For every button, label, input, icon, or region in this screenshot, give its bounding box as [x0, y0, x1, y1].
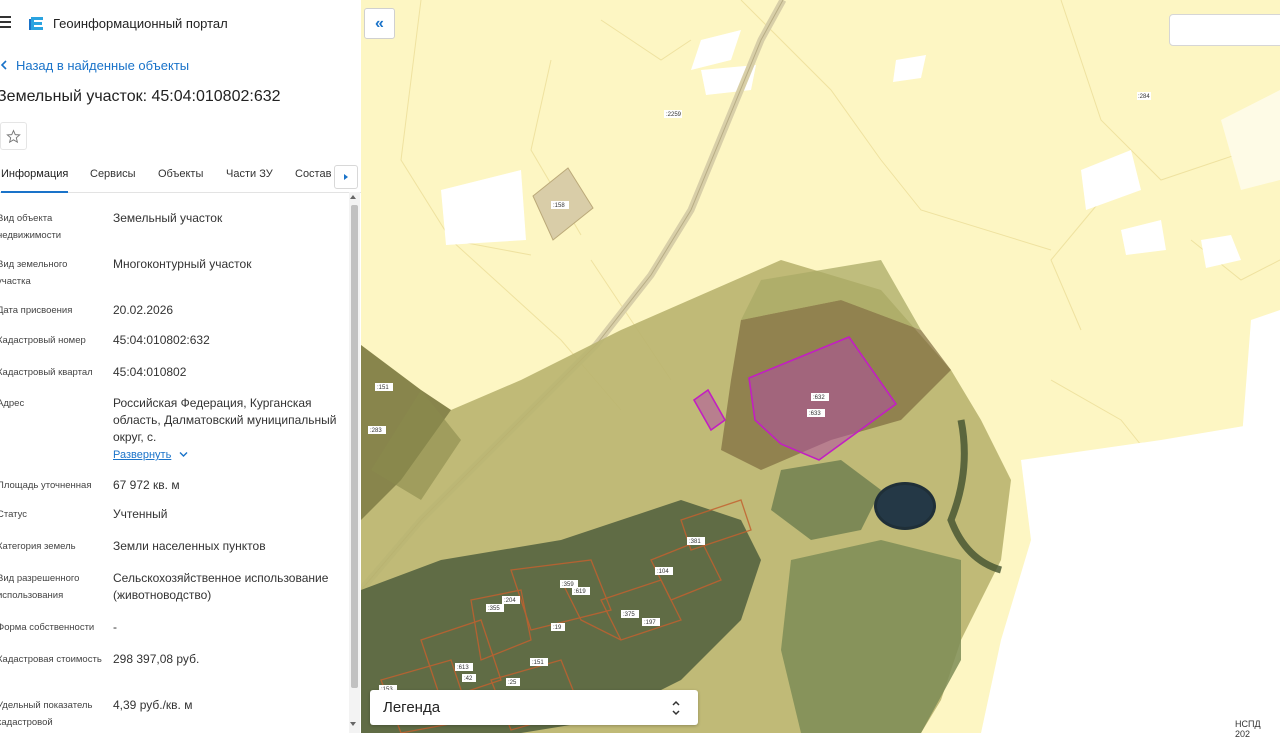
property-value: 298 397,08 руб.: [113, 652, 200, 666]
expand-link[interactable]: Развернуть: [113, 446, 338, 464]
panel-header: Геоинформационный портал: [0, 0, 361, 46]
map-view[interactable]: :2259 :284 :158 :151 :283 :632 :633 :381…: [361, 0, 1280, 733]
property-value: Сельскохозяйственное использование (живо…: [113, 571, 329, 602]
parcel-label: :25: [508, 680, 517, 686]
property-value: Многоконтурный участок: [113, 257, 252, 271]
tab-services[interactable]: Сервисы: [90, 168, 136, 180]
property-label: Адрес: [0, 398, 25, 409]
parcel-label: :283: [370, 428, 382, 434]
parcel-label: :619: [574, 589, 586, 595]
tab-parcel-parts[interactable]: Части ЗУ: [226, 168, 273, 180]
star-icon: [6, 128, 21, 143]
hamburger-menu-icon[interactable]: [0, 16, 11, 28]
property-label: Кадастровый номер: [0, 335, 86, 346]
parcel-label: :632: [813, 395, 825, 401]
parcel-label: :158: [553, 203, 565, 209]
properties-list: Вид объекта недвижимости Земельный участ…: [0, 192, 348, 733]
parcel-label: :151: [532, 660, 544, 666]
panel-scrollbar-thumb[interactable]: [351, 205, 358, 688]
tabs-scroll-right-button[interactable]: [334, 165, 358, 189]
property-label: Кадастровый квартал: [0, 367, 93, 378]
property-value: 4,39 руб./кв. м: [113, 698, 193, 712]
property-value: Учтенный: [113, 507, 168, 521]
property-label: Площадь уточненная: [0, 480, 92, 491]
object-info-panel: Геоинформационный портал Назад в найденн…: [0, 0, 361, 733]
legend-selector[interactable]: Легенда: [370, 690, 698, 725]
updown-chevron-icon: [672, 700, 680, 716]
tab-info[interactable]: Информация: [1, 168, 69, 193]
property-label: Вид объекта недвижимости: [0, 213, 62, 241]
parcel-label: :355: [488, 606, 500, 612]
parcel-label: :633: [809, 411, 821, 417]
page-title: Земельный участок: 45:04:010802:632: [0, 88, 281, 105]
parcel-label: :19: [553, 625, 562, 631]
double-chevron-left-icon: «: [375, 14, 384, 32]
tab-bar: Информация Сервисы Объекты Части ЗУ Сост…: [0, 158, 361, 193]
parcel-label: :104: [657, 569, 669, 575]
tab-objects[interactable]: Объекты: [158, 168, 203, 180]
parcel-label: :381: [689, 539, 701, 545]
property-value: 45:04:010802:632: [113, 333, 210, 347]
property-label: Форма собственности: [0, 622, 95, 633]
property-label: Вид разрешенного использования: [0, 573, 80, 601]
parcel-label: :613: [457, 665, 469, 671]
map-search-input[interactable]: [1169, 14, 1280, 46]
property-label: Статус: [0, 509, 28, 520]
address-text: Российская Федерация, Курганская область…: [113, 396, 337, 444]
property-value: Российская Федерация, Курганская область…: [113, 395, 338, 464]
portal-title[interactable]: Геоинформационный портал: [53, 16, 228, 31]
map-canvas[interactable]: :2259 :284 :158 :151 :283 :632 :633 :381…: [361, 0, 1280, 733]
collapse-panel-button[interactable]: «: [364, 8, 395, 39]
scroll-down-arrow-icon[interactable]: [350, 722, 356, 726]
property-value: 45:04:010802: [113, 365, 187, 379]
property-label: Удельный показатель кадастровой: [0, 700, 93, 728]
expand-label: Развернуть: [113, 449, 172, 461]
parcel-label: :42: [464, 676, 473, 682]
property-value: Земельный участок: [113, 211, 223, 225]
property-value: Земли населенных пунктов: [113, 539, 266, 553]
back-to-results-link[interactable]: Назад в найденные объекты: [0, 58, 189, 73]
parcel-label: :204: [504, 598, 516, 604]
property-label: Дата присвоения: [0, 305, 73, 316]
property-label: Кадастровая стоимость: [0, 654, 102, 665]
parcel-label: :284: [1138, 94, 1150, 100]
property-label: Категория земель: [0, 541, 76, 552]
parcel-label: :2259: [666, 112, 682, 118]
property-value: -: [113, 620, 117, 634]
map-attribution: НСПД 202: [1232, 718, 1280, 740]
property-value: 20.02.2026: [113, 303, 174, 317]
caret-right-icon: [344, 174, 348, 180]
property-label: Вид земельного участка: [0, 259, 68, 287]
tab-composition[interactable]: Состав: [295, 168, 331, 180]
property-value: 67 972 кв. м: [113, 478, 180, 492]
favorite-button[interactable]: [0, 122, 27, 150]
chevron-left-icon: [0, 60, 7, 70]
scroll-up-arrow-icon[interactable]: [350, 195, 356, 199]
parcel-label: :375: [623, 612, 635, 618]
legend-label: Легенда: [383, 699, 441, 716]
parcel-label: :197: [644, 620, 656, 626]
chevron-down-icon: [179, 452, 188, 457]
parcel-label: :151: [377, 385, 389, 391]
geoportal-logo-icon: [29, 17, 43, 30]
back-label: Назад в найденные объекты: [16, 58, 190, 73]
